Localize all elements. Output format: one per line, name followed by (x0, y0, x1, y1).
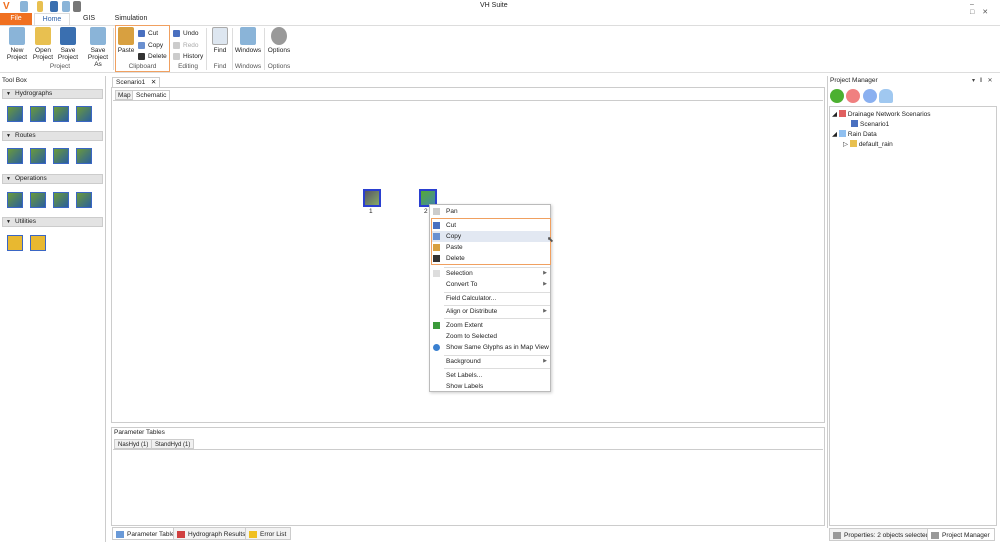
rain-icon[interactable] (879, 89, 893, 103)
save-project-button[interactable]: Save Project (57, 27, 79, 61)
window-controls[interactable]: –□✕ (970, 1, 1000, 16)
menu-item-field-calculator[interactable]: Field Calculator... (430, 293, 552, 304)
toolbox-title: Tool Box (2, 77, 27, 84)
tree-node-rain-data[interactable]: ◢ Rain Data (832, 130, 877, 140)
parameter-tables-title: Parameter Tables (114, 429, 165, 436)
tree-node-drainage-network-scenarios[interactable]: ◢ Drainage Network Scenarios (832, 110, 931, 120)
group-editing-label: Editing (178, 63, 198, 70)
node-label: 2 (424, 208, 428, 215)
section-operations[interactable]: Operations (2, 174, 103, 184)
parameter-table-grid[interactable] (113, 449, 823, 525)
group-windows-label: Windows (234, 63, 262, 70)
subtab-schematic[interactable]: Schematic (132, 90, 171, 100)
menu-item-pan[interactable]: Pan (430, 206, 552, 217)
right-tab-properties[interactable]: Properties: 2 objects selected (829, 528, 935, 541)
tab-home[interactable]: Home (34, 13, 70, 25)
hydrograph-tool-icon[interactable] (53, 106, 69, 122)
history-button[interactable]: History (173, 51, 203, 61)
subtab-map[interactable]: Map (115, 90, 134, 100)
menu-item-zoom-to-selected[interactable]: Zoom to Selected (430, 331, 552, 342)
bottom-tab-error-list[interactable]: Error List (245, 527, 292, 540)
menu-item-convert-to[interactable]: Convert To ▶ (430, 279, 552, 290)
menu-item-align-or-distribute[interactable]: Align or Distribute ▶ (430, 306, 552, 317)
operation-tool-icon[interactable] (76, 192, 92, 208)
schematic-node-nashyd[interactable] (363, 189, 381, 207)
open-project-button[interactable]: Open Project (32, 27, 54, 61)
document-tab-scenario1[interactable]: Scenario1 ✕ (112, 77, 161, 87)
tab-standhyd[interactable]: StandHyd (1) (151, 439, 195, 449)
add-icon[interactable] (830, 89, 844, 103)
new-file-icon[interactable] (20, 1, 28, 12)
group-find-label: Find (213, 63, 227, 70)
menu-item-selection[interactable]: Selection ▶ (430, 268, 552, 279)
group-clipboard-label: Clipboard (128, 63, 157, 70)
import-tool-icon[interactable] (7, 235, 23, 251)
tree-node-scenario1[interactable]: Scenario1 (851, 120, 889, 130)
export-tool-icon[interactable] (30, 235, 46, 251)
tab-file[interactable]: File (0, 13, 32, 25)
remove-icon[interactable] (846, 89, 860, 103)
menu-item-set-labels[interactable]: Set Labels... (430, 370, 552, 381)
hydrograph-tool-icon[interactable] (30, 106, 46, 122)
scenario-icon[interactable] (863, 89, 877, 103)
bottom-tab-hydrograph-results[interactable]: Hydrograph Results (173, 527, 251, 540)
menu-item-background[interactable]: Background ▶ (430, 356, 552, 367)
hydrograph-tool-icon[interactable] (7, 106, 23, 122)
window-title: VH Suite (480, 2, 508, 9)
section-routes[interactable]: Routes (2, 131, 103, 141)
node-label: 1 (369, 208, 373, 215)
tab-simulation[interactable]: Simulation (110, 13, 152, 25)
operation-tool-icon[interactable] (30, 192, 46, 208)
menu-item-cut[interactable]: Cut (430, 220, 552, 231)
delete-button[interactable]: Delete (138, 51, 167, 61)
menu-item-copy[interactable]: Copy (432, 231, 550, 242)
copy-button[interactable]: Copy (138, 40, 163, 50)
group-project-label: Project (49, 63, 71, 70)
menu-item-show-labels[interactable]: Show Labels (430, 381, 552, 392)
cut-button[interactable]: Cut (138, 28, 158, 38)
menu-item-paste[interactable]: Paste (430, 242, 552, 253)
route-tool-icon[interactable] (30, 148, 46, 164)
open-folder-icon[interactable] (37, 1, 43, 12)
route-tool-icon[interactable] (76, 148, 92, 164)
section-utilities[interactable]: Utilities (2, 217, 103, 227)
operation-tool-icon[interactable] (53, 192, 69, 208)
find-button[interactable]: Find (210, 27, 230, 54)
app-logo: V (3, 1, 10, 12)
route-tool-icon[interactable] (7, 148, 23, 164)
panel-controls[interactable]: ▾‖✕ (972, 77, 998, 84)
hydrograph-tool-icon[interactable] (76, 106, 92, 122)
tab-nashyd[interactable]: NasHyd (1) (114, 439, 153, 449)
project-tree (829, 106, 997, 526)
route-tool-icon[interactable] (53, 148, 69, 164)
group-options-label: Options (267, 63, 291, 70)
right-tab-project-manager[interactable]: Project Manager (927, 528, 995, 541)
toolbox-panel: Tool Box (0, 76, 106, 542)
paste-button[interactable]: Paste (117, 27, 135, 54)
context-menu: Pan Cut Copy Paste Delete Selection ▶ Con… (429, 204, 551, 392)
new-project-button[interactable]: New Project (5, 27, 29, 61)
redo-button[interactable]: Redo (173, 40, 199, 50)
menu-item-show-same-glyphs[interactable]: Show Same Glyphs as in Map View (430, 342, 552, 353)
windows-button[interactable]: Windows (234, 27, 262, 54)
save-project-as-button[interactable]: Save Project As (84, 27, 112, 68)
tab-gis[interactable]: GIS (75, 13, 103, 25)
options-button[interactable]: Options (266, 27, 292, 54)
section-hydrographs[interactable]: Hydrographs (2, 89, 103, 99)
operation-tool-icon[interactable] (7, 192, 23, 208)
save-icon[interactable] (50, 1, 58, 12)
menu-item-delete[interactable]: Delete (430, 253, 552, 264)
tree-node-default-rain[interactable]: ▷ default_rain (843, 140, 893, 150)
undo-button[interactable]: Undo (173, 28, 199, 38)
print-icon[interactable] (73, 1, 81, 12)
menu-item-zoom-extent[interactable]: Zoom Extent (430, 320, 552, 331)
save-as-icon[interactable] (62, 1, 70, 12)
mouse-cursor-icon: ⬉ (547, 235, 554, 244)
